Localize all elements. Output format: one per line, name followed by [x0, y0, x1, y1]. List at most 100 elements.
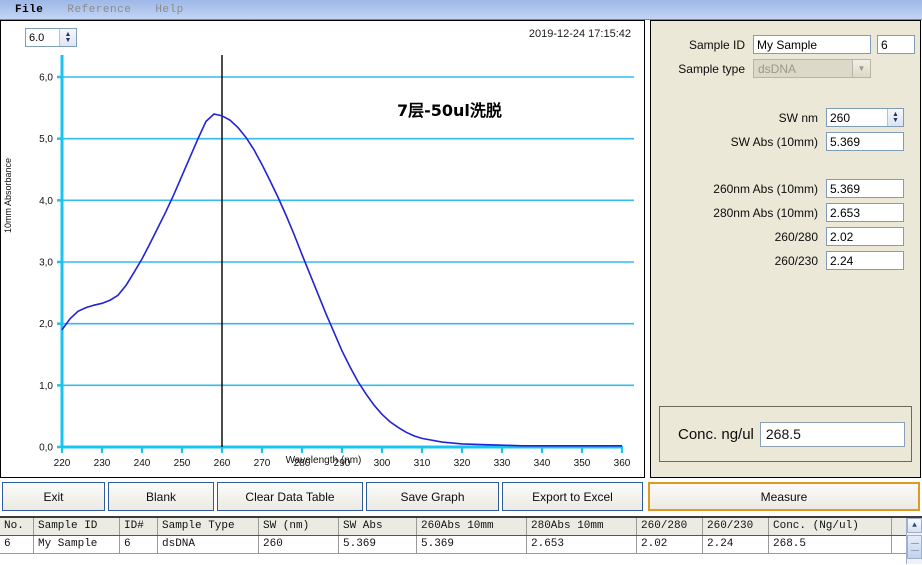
concentration-value: 268.5 — [759, 421, 905, 447]
scrollbar-thumb[interactable] — [907, 535, 922, 559]
table-cell[interactable]: 2.24 — [703, 536, 769, 553]
svg-text:6,0: 6,0 — [39, 73, 53, 84]
table-column-header[interactable]: 260Abs 10mm — [417, 518, 527, 535]
data-table[interactable]: No. Sample ID ID# Sample Type SW (nm) SW Abs 2… — [0, 516, 922, 565]
menu-bar: File Reference Help — [0, 0, 922, 20]
svg-text:350: 350 — [574, 458, 591, 469]
table-cell-empty[interactable] — [637, 554, 703, 565]
sw-nm-arrows[interactable]: ▲ ▼ — [887, 109, 903, 126]
ratio-260-230-row: 260/230 2.24 — [651, 251, 920, 270]
table-scrollbar[interactable]: ▲ — [906, 518, 922, 564]
chevron-down-icon: ▼ — [892, 116, 899, 124]
abs260-label: 260nm Abs (10mm) — [713, 181, 818, 196]
table-column-header[interactable]: 260/230 — [703, 518, 769, 535]
spectrum-plot[interactable]: 0,0 1,0 2,0 3,0 4,0 5,0 6,0 220 230 240 250 260 270… — [1, 21, 646, 479]
sw-nm-stepper[interactable]: 260 ▲ ▼ — [826, 108, 904, 127]
ratio-260-280-row: 260/280 2.02 — [651, 227, 920, 246]
ratio-260-280-value: 2.02 — [826, 227, 904, 246]
svg-text:340: 340 — [534, 458, 551, 469]
concentration-label: Conc. ng/ul — [678, 425, 754, 443]
table-cell-empty[interactable] — [120, 554, 158, 565]
table-column-header[interactable]: Conc. (Ng/ul) — [769, 518, 892, 535]
menu-item-reference[interactable]: Reference — [58, 3, 140, 17]
svg-text:220: 220 — [54, 458, 71, 469]
table-cell-empty[interactable] — [34, 554, 120, 565]
table-cell[interactable]: 260 — [259, 536, 339, 553]
table-cell[interactable]: 5.369 — [417, 536, 527, 553]
y-axis-ticks: 0,0 1,0 2,0 3,0 4,0 5,0 6,0 — [39, 73, 63, 454]
export-to-excel-button[interactable]: Export to Excel — [502, 482, 643, 511]
menu-item-file[interactable]: File — [6, 3, 52, 17]
sample-number-input[interactable]: 6 — [877, 35, 915, 54]
svg-text:320: 320 — [454, 458, 471, 469]
clear-data-table-button[interactable]: Clear Data Table — [217, 482, 363, 511]
table-cell-empty[interactable] — [158, 554, 259, 565]
table-cell[interactable]: 268.5 — [769, 536, 892, 553]
absorbance-curve — [61, 113, 622, 447]
svg-text:330: 330 — [494, 458, 511, 469]
ratio-260-230-label: 260/230 — [774, 253, 818, 268]
svg-text:1,0: 1,0 — [39, 381, 53, 392]
table-cell-empty[interactable] — [769, 554, 892, 565]
abs260-value: 5.369 — [826, 179, 904, 198]
table-cell-empty[interactable] — [259, 554, 339, 565]
abs260-row: 260nm Abs (10mm) 5.369 — [651, 179, 920, 198]
svg-text:300: 300 — [374, 458, 391, 469]
table-cell[interactable]: 5.369 — [339, 536, 417, 553]
table-cell-empty[interactable] — [417, 554, 527, 565]
table-cell[interactable]: My Sample — [34, 536, 120, 553]
table-cell-empty[interactable] — [339, 554, 417, 565]
table-row[interactable]: 6 My Sample 6 dsDNA 260 5.369 5.369 2.653 2.02 2.… — [0, 536, 922, 554]
svg-text:310: 310 — [414, 458, 431, 469]
menu-item-help[interactable]: Help — [146, 3, 192, 17]
svg-text:240: 240 — [134, 458, 151, 469]
sw-nm-row: SW nm 260 ▲ ▼ — [651, 108, 920, 127]
svg-text:3,0: 3,0 — [39, 258, 53, 269]
button-bar: Exit Blank Clear Data Table Save Graph E… — [0, 480, 922, 514]
blank-button[interactable]: Blank — [108, 482, 214, 511]
table-column-header[interactable]: ID# — [120, 518, 158, 535]
table-column-header[interactable]: 260/280 — [637, 518, 703, 535]
svg-text:5,0: 5,0 — [39, 134, 53, 145]
svg-text:270: 270 — [254, 458, 271, 469]
table-body: 6 My Sample 6 dsDNA 260 5.369 5.369 2.653 2.02 2.… — [0, 536, 922, 565]
x-axis-ticks: 220 230 240 250 260 270 280 290 300 310 320 330 340 3… — [54, 446, 631, 469]
chart-panel: 6.0 ▲ ▼ 2019-12-24 17:15:42 7层-50ul洗脱 10… — [0, 20, 645, 478]
table-cell-empty[interactable] — [0, 554, 34, 565]
save-graph-button[interactable]: Save Graph — [366, 482, 499, 511]
table-column-header[interactable]: SW (nm) — [259, 518, 339, 535]
table-cell-empty[interactable] — [527, 554, 637, 565]
svg-text:230: 230 — [94, 458, 111, 469]
sw-nm-value: 260 — [830, 111, 851, 125]
table-row-empty[interactable] — [0, 554, 922, 565]
scroll-up-arrow-icon[interactable]: ▲ — [907, 518, 922, 533]
table-column-header[interactable]: Sample Type — [158, 518, 259, 535]
sample-type-select[interactable]: dsDNA ▼ — [753, 59, 871, 78]
table-cell[interactable]: 2.653 — [527, 536, 637, 553]
sw-nm-label: SW nm — [778, 110, 818, 125]
table-cell[interactable]: dsDNA — [158, 536, 259, 553]
table-cell[interactable]: 6 — [0, 536, 34, 553]
svg-text:250: 250 — [174, 458, 191, 469]
measure-button[interactable]: Measure — [648, 482, 920, 511]
svg-text:290: 290 — [334, 458, 351, 469]
results-panel: Sample ID My Sample 6 Sample type dsDNA … — [650, 20, 921, 478]
sample-type-label: Sample type — [678, 61, 745, 76]
sw-abs-label: SW Abs (10mm) — [730, 134, 818, 149]
svg-text:4,0: 4,0 — [39, 196, 53, 207]
table-header-row: No. Sample ID ID# Sample Type SW (nm) SW Abs 2… — [0, 518, 922, 536]
table-column-header[interactable]: SW Abs — [339, 518, 417, 535]
table-column-header[interactable]: No. — [0, 518, 34, 535]
exit-button[interactable]: Exit — [2, 482, 105, 511]
table-cell[interactable]: 2.02 — [637, 536, 703, 553]
concentration-box: Conc. ng/ul 268.5 — [659, 406, 912, 462]
sample-id-input[interactable]: My Sample — [753, 35, 871, 54]
table-cell[interactable]: 6 — [120, 536, 158, 553]
chevron-down-icon[interactable]: ▼ — [852, 60, 870, 77]
table-column-header[interactable]: 280Abs 10mm — [527, 518, 637, 535]
svg-text:2,0: 2,0 — [39, 319, 53, 330]
sample-type-row: Sample type dsDNA ▼ — [651, 59, 920, 78]
table-column-header[interactable]: Sample ID — [34, 518, 120, 535]
abs280-value: 2.653 — [826, 203, 904, 222]
table-cell-empty[interactable] — [703, 554, 769, 565]
